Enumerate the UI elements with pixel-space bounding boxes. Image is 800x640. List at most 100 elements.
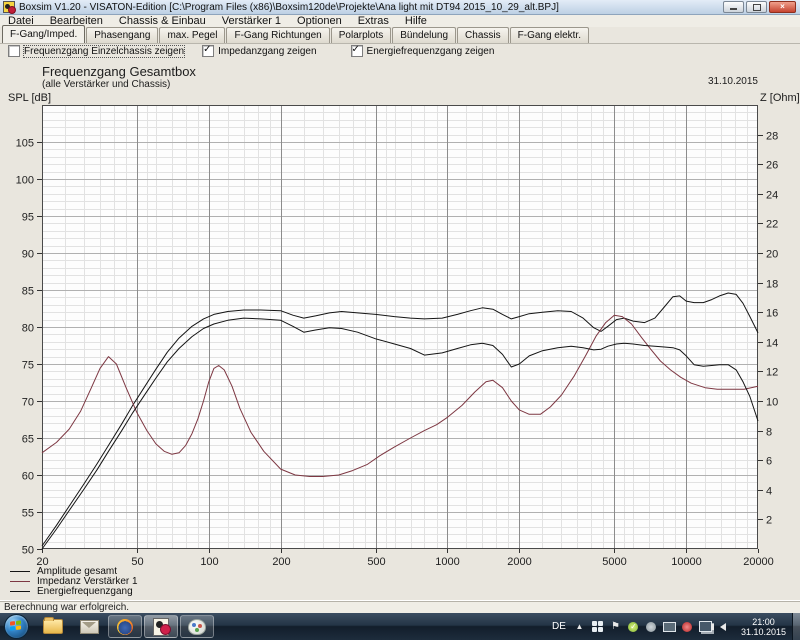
y-left-tick-label: 100 [16, 175, 34, 187]
y-right-tick-label: 14 [766, 338, 778, 350]
checkbox-frequenzgang-einzelchassis-zeigen[interactable]: Frequenzgang Einzelchassis zeigen [8, 45, 184, 57]
restore-button[interactable] [746, 1, 767, 13]
email-icon [80, 620, 99, 634]
x-tick-label: 1000 [435, 556, 459, 568]
menu-item-verst-rker-1[interactable]: Verstärker 1 [214, 15, 289, 27]
menu-item-extras[interactable]: Extras [350, 15, 397, 27]
tab-chassis[interactable]: Chassis [457, 27, 509, 43]
checked-checkbox-icon [202, 45, 214, 57]
show-desktop-button[interactable] [792, 613, 800, 640]
y-axis-right-label: Z [Ohm] [760, 92, 800, 104]
legend-line-swatch [10, 591, 30, 592]
boxsim-icon [153, 618, 169, 636]
tab-bar: F-Gang/Imped.Phasengangmax. PegelF-Gang … [0, 27, 800, 44]
x-tick-label: 10000 [671, 556, 702, 568]
frequency-response-plot: 1051009590858075706560555028262422201816… [0, 58, 800, 600]
x-tick-label: 200 [272, 556, 290, 568]
y-right-tick-label: 8 [766, 427, 772, 439]
y-right-tick-label: 10 [766, 397, 778, 409]
chart-subtitle: (alle Verstärker und Chassis) [42, 79, 170, 90]
taskbar-buttons [35, 615, 215, 638]
y-right-tick-label: 4 [766, 486, 772, 498]
tray-icon-flag[interactable]: ⚑ [609, 620, 622, 633]
tab-f-gang-elektr[interactable]: F-Gang elektr. [510, 27, 589, 43]
y-right-tick-label: 12 [766, 367, 778, 379]
tab-phasengang[interactable]: Phasengang [86, 27, 158, 43]
taskbar-button-explorer[interactable] [36, 615, 70, 638]
chart-legend: Amplitude gesamtImpedanz Verstärker 1Ene… [10, 566, 138, 596]
tab-f-gang-richtungen[interactable]: F-Gang Richtungen [226, 27, 329, 43]
system-tray: DE ▲ ⚑ ✓ 21:00 31.10.2015 [550, 617, 792, 637]
app-icon [3, 1, 15, 13]
menu-item-chassis-einbau[interactable]: Chassis & Einbau [111, 15, 214, 27]
window-title: Boxsim V1.20 - VISATON-Edition [C:\Progr… [19, 2, 723, 13]
x-tick-label: 2000 [507, 556, 531, 568]
paint-icon [188, 619, 206, 635]
close-button[interactable]: × [769, 1, 796, 13]
tab-polarplots[interactable]: Polarplots [331, 27, 391, 43]
y-right-tick-label: 28 [766, 131, 778, 143]
windows-logo-icon [10, 620, 21, 631]
chart-panel: 1051009590858075706560555028262422201816… [0, 58, 800, 600]
checkbox-impedanzgang-zeigen[interactable]: Impedanzgang zeigen [202, 45, 316, 57]
x-tick-label: 20000 [743, 556, 774, 568]
menu-item-optionen[interactable]: Optionen [289, 15, 350, 27]
checkbox-label: Energiefrequenzgang zeigen [367, 46, 495, 57]
y-right-tick-label: 18 [766, 279, 778, 291]
tab-f-gang-imped[interactable]: F-Gang/Imped. [2, 25, 85, 43]
taskbar-button-firefox[interactable] [108, 615, 142, 638]
menubar: DateiBearbeitenChassis & EinbauVerstärke… [0, 15, 800, 27]
tray-icon-network[interactable] [699, 620, 712, 633]
checked-checkbox-icon [351, 45, 363, 57]
y-axis-left-label: SPL [dB] [8, 92, 51, 104]
window-titlebar: Boxsim V1.20 - VISATON-Edition [C:\Progr… [0, 0, 800, 15]
x-tick-label: 100 [200, 556, 218, 568]
x-tick-label: 5000 [602, 556, 626, 568]
clock-time: 21:00 [752, 617, 775, 627]
menu-item-hilfe[interactable]: Hilfe [397, 15, 435, 27]
tray-icon-alert[interactable] [681, 620, 694, 633]
y-right-tick-label: 20 [766, 249, 778, 261]
restore-icon [753, 4, 761, 11]
checkbox-label: Frequenzgang Einzelchassis zeigen [24, 46, 184, 57]
legend-item-impedanz-verst-rker-1: Impedanz Verstärker 1 [10, 576, 138, 586]
tab-max-pegel[interactable]: max. Pegel [159, 27, 225, 43]
legend-line-swatch [10, 581, 30, 582]
close-icon: × [780, 3, 785, 11]
tab-b-ndelung[interactable]: Bündelung [392, 27, 456, 43]
clock-date: 31.10.2015 [741, 627, 786, 637]
tray-icon-update-ok[interactable]: ✓ [627, 620, 640, 633]
explorer-icon [43, 619, 63, 634]
y-right-tick-label: 2 [766, 515, 772, 527]
legend-item-amplitude-gesamt: Amplitude gesamt [10, 566, 138, 576]
y-left-tick-label: 90 [22, 249, 34, 261]
start-button[interactable] [4, 614, 29, 639]
tray-icon-volume[interactable] [717, 620, 730, 633]
chart-date: 31.10.2015 [658, 76, 758, 87]
taskbar-button-boxsim[interactable] [144, 615, 178, 638]
y-right-tick-label: 6 [766, 456, 772, 468]
y-left-tick-label: 105 [16, 138, 34, 150]
minimize-button[interactable] [723, 1, 744, 13]
y-right-tick-label: 16 [766, 308, 778, 320]
firefox-icon [117, 619, 133, 635]
taskbar-button-paint[interactable] [180, 615, 214, 638]
y-left-tick-label: 50 [22, 545, 34, 557]
boxsim-window: Boxsim V1.20 - VISATON-Edition [C:\Progr… [0, 0, 800, 640]
y-left-tick-label: 75 [22, 360, 34, 372]
minimize-icon [730, 8, 737, 10]
checkbox-energiefrequenzgang-zeigen[interactable]: Energiefrequenzgang zeigen [351, 45, 495, 57]
y-left-tick-label: 85 [22, 286, 34, 298]
tray-icon-display[interactable] [663, 620, 676, 633]
tray-icon-hidden-icons[interactable]: ▲ [573, 620, 586, 633]
tray-icon-status[interactable] [645, 620, 658, 633]
y-left-tick-label: 95 [22, 212, 34, 224]
taskbar-clock[interactable]: 21:00 31.10.2015 [735, 617, 792, 637]
legend-item-energiefrequenzgang: Energiefrequenzgang [10, 586, 138, 596]
status-bar: Berechnung war erfolgreich. [0, 600, 800, 613]
language-indicator[interactable]: DE [550, 621, 568, 632]
taskbar-button-email[interactable] [72, 615, 106, 638]
tray-icon-desktop-grid[interactable] [591, 620, 604, 633]
checkbox-toolbar: Frequenzgang Einzelchassis zeigen Impedan… [0, 44, 800, 58]
checkbox-label: Impedanzgang zeigen [218, 46, 316, 57]
